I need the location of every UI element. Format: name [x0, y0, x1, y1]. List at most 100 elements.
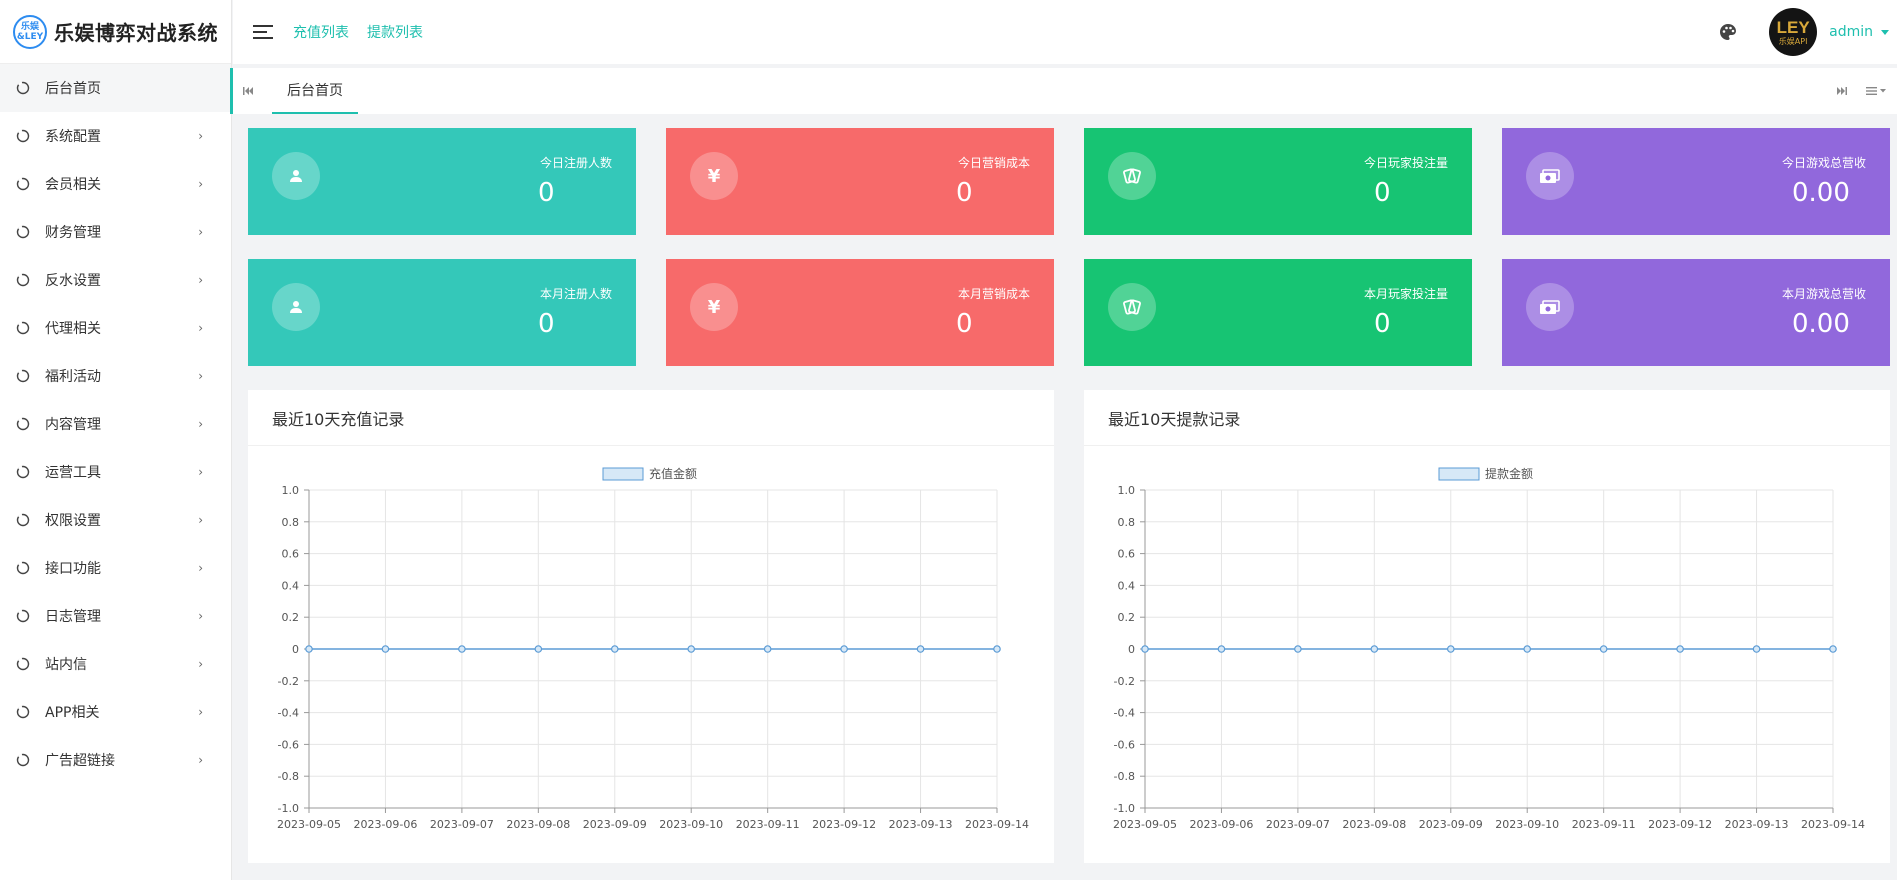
circle-icon: [15, 176, 31, 192]
panel-title: 最近10天充值记录: [248, 390, 1054, 446]
y-tick-label: 0.4: [1118, 579, 1136, 592]
x-tick-label: 2023-09-10: [1495, 818, 1559, 831]
sidebar-item-label: 权限设置: [45, 513, 101, 529]
stat-value: 0: [1374, 178, 1391, 208]
stat-value: 0: [956, 309, 973, 339]
tab-bar-right: [1827, 68, 1897, 114]
x-tick-label: 2023-09-05: [1113, 818, 1177, 831]
data-point: [305, 645, 313, 653]
sidebar-item-label: 接口功能: [45, 561, 101, 577]
sidebar-item-label: 福利活动: [45, 369, 101, 385]
x-tick-label: 2023-09-08: [506, 818, 570, 831]
sidebar-item-messages[interactable]: 站内信 ›: [0, 640, 231, 688]
sidebar-item-content[interactable]: 内容管理 ›: [0, 400, 231, 448]
sidebar-item-ad-links[interactable]: 广告超链接 ›: [0, 736, 231, 784]
sidebar-item-label: 后台首页: [45, 81, 101, 97]
y-tick-label: 0.4: [282, 579, 300, 592]
chevron-right-icon: ›: [198, 705, 203, 719]
sidebar-item-api[interactable]: 接口功能 ›: [0, 544, 231, 592]
data-point: [1141, 645, 1149, 653]
y-tick-label: -0.6: [1114, 738, 1135, 751]
tab-home[interactable]: 后台首页: [272, 68, 358, 114]
stat-value: 0: [538, 309, 555, 339]
avatar[interactable]: LEY 乐娱API: [1769, 8, 1818, 56]
sidebar-item-agents[interactable]: 代理相关 ›: [0, 304, 231, 352]
sidebar-item-label: 反水设置: [45, 273, 101, 289]
data-point: [1829, 645, 1837, 653]
yuan-glyph: ¥: [707, 296, 721, 318]
y-tick-label: 1.0: [1118, 484, 1136, 497]
menu-toggle-icon[interactable]: [251, 20, 275, 44]
data-point: [687, 645, 696, 653]
tab-scroll-left-icon[interactable]: [233, 68, 263, 114]
x-tick-label: 2023-09-09: [1419, 818, 1483, 831]
x-tick-label: 2023-09-12: [812, 818, 876, 831]
sidebar-item-members[interactable]: 会员相关 ›: [0, 160, 231, 208]
y-tick-label: 0: [292, 643, 299, 656]
recharge-list-link[interactable]: 充值列表: [293, 22, 349, 42]
y-tick-label: -0.8: [278, 770, 299, 783]
stat-label: 本月注册人数: [539, 287, 612, 301]
circle-icon: [15, 224, 31, 240]
user-name[interactable]: admin: [1829, 24, 1873, 40]
x-tick-label: 2023-09-05: [277, 818, 341, 831]
stat-label: 今日玩家投注量: [1363, 156, 1448, 170]
sidebar-item-rebate[interactable]: 反水设置 ›: [0, 256, 231, 304]
sidebar-item-app[interactable]: APP相关 ›: [0, 688, 231, 736]
sidebar-item-label: 系统配置: [45, 129, 101, 145]
circle-icon: [15, 416, 31, 432]
stat-card-today-marketing-cost[interactable]: ¥ 今日营销成本 0: [666, 128, 1054, 235]
circle-icon: [15, 560, 31, 576]
palette-icon[interactable]: [1717, 21, 1739, 43]
circle-icon: [15, 608, 31, 624]
tab-scroll-right-icon[interactable]: [1827, 68, 1857, 114]
caret-down-icon[interactable]: [1881, 29, 1889, 35]
data-point: [1370, 645, 1379, 653]
data-point: [916, 645, 925, 653]
data-point: [381, 645, 390, 653]
tab-menu-icon[interactable]: [1857, 68, 1897, 114]
x-tick-label: 2023-09-09: [583, 818, 647, 831]
legend-label: 提款金额: [1485, 466, 1533, 481]
y-tick-label: -0.2: [1114, 675, 1135, 688]
x-tick-label: 2023-09-13: [889, 818, 953, 831]
stat-card-month-marketing-cost[interactable]: ¥ 本月营销成本 0: [666, 259, 1054, 366]
sidebar-item-home[interactable]: 后台首页: [0, 64, 231, 112]
x-tick-label: 2023-09-10: [659, 818, 723, 831]
data-point: [534, 645, 543, 653]
sidebar-item-finance[interactable]: 财务管理 ›: [0, 208, 231, 256]
sidebar: 乐娱 &LEY 乐娱博弈对战系统 后台首页 系统配置 › 会员相关 › 财务管理…: [0, 0, 232, 880]
stat-value: 0.00: [1792, 178, 1850, 208]
chevron-right-icon: ›: [198, 417, 203, 431]
y-tick-label: 0.2: [282, 611, 300, 624]
brand-logo[interactable]: 乐娱 &LEY 乐娱博弈对战系统: [0, 0, 231, 64]
sidebar-item-system-config[interactable]: 系统配置 ›: [0, 112, 231, 160]
chevron-right-icon: ›: [198, 369, 203, 383]
circle-icon: [15, 704, 31, 720]
chevron-right-icon: ›: [198, 225, 203, 239]
sidebar-item-permissions[interactable]: 权限设置 ›: [0, 496, 231, 544]
sidebar-item-logs[interactable]: 日志管理 ›: [0, 592, 231, 640]
stat-card-month-player-bets[interactable]: 本月玩家投注量 0: [1084, 259, 1472, 366]
stat-card-today-player-bets[interactable]: 今日玩家投注量 0: [1084, 128, 1472, 235]
circle-icon: [15, 752, 31, 768]
stat-card-today-registrations[interactable]: 今日注册人数 0: [248, 128, 636, 235]
y-tick-label: 0.8: [282, 516, 300, 529]
x-tick-label: 2023-09-14: [1801, 818, 1865, 831]
circle-icon: [15, 512, 31, 528]
withdraw-list-link[interactable]: 提款列表: [367, 22, 423, 42]
brand-name: 乐娱博弈对战系统: [54, 21, 218, 45]
stat-card-today-game-revenue[interactable]: 今日游戏总营收 0.00: [1502, 128, 1890, 235]
chevron-right-icon: ›: [198, 177, 203, 191]
sidebar-item-promotions[interactable]: 福利活动 ›: [0, 352, 231, 400]
y-tick-label: 0: [1128, 643, 1135, 656]
sidebar-item-operations[interactable]: 运营工具 ›: [0, 448, 231, 496]
data-point: [1676, 645, 1684, 653]
legend-swatch: [1438, 467, 1480, 481]
stat-card-month-registrations[interactable]: 本月注册人数 0: [248, 259, 636, 366]
stat-card-month-game-revenue[interactable]: 本月游戏总营收 0.00: [1502, 259, 1890, 366]
chevron-right-icon: ›: [198, 561, 203, 575]
money-icon: [1526, 283, 1574, 331]
logo-mark-line2: &LEY: [16, 31, 44, 42]
chevron-right-icon: ›: [198, 465, 203, 479]
